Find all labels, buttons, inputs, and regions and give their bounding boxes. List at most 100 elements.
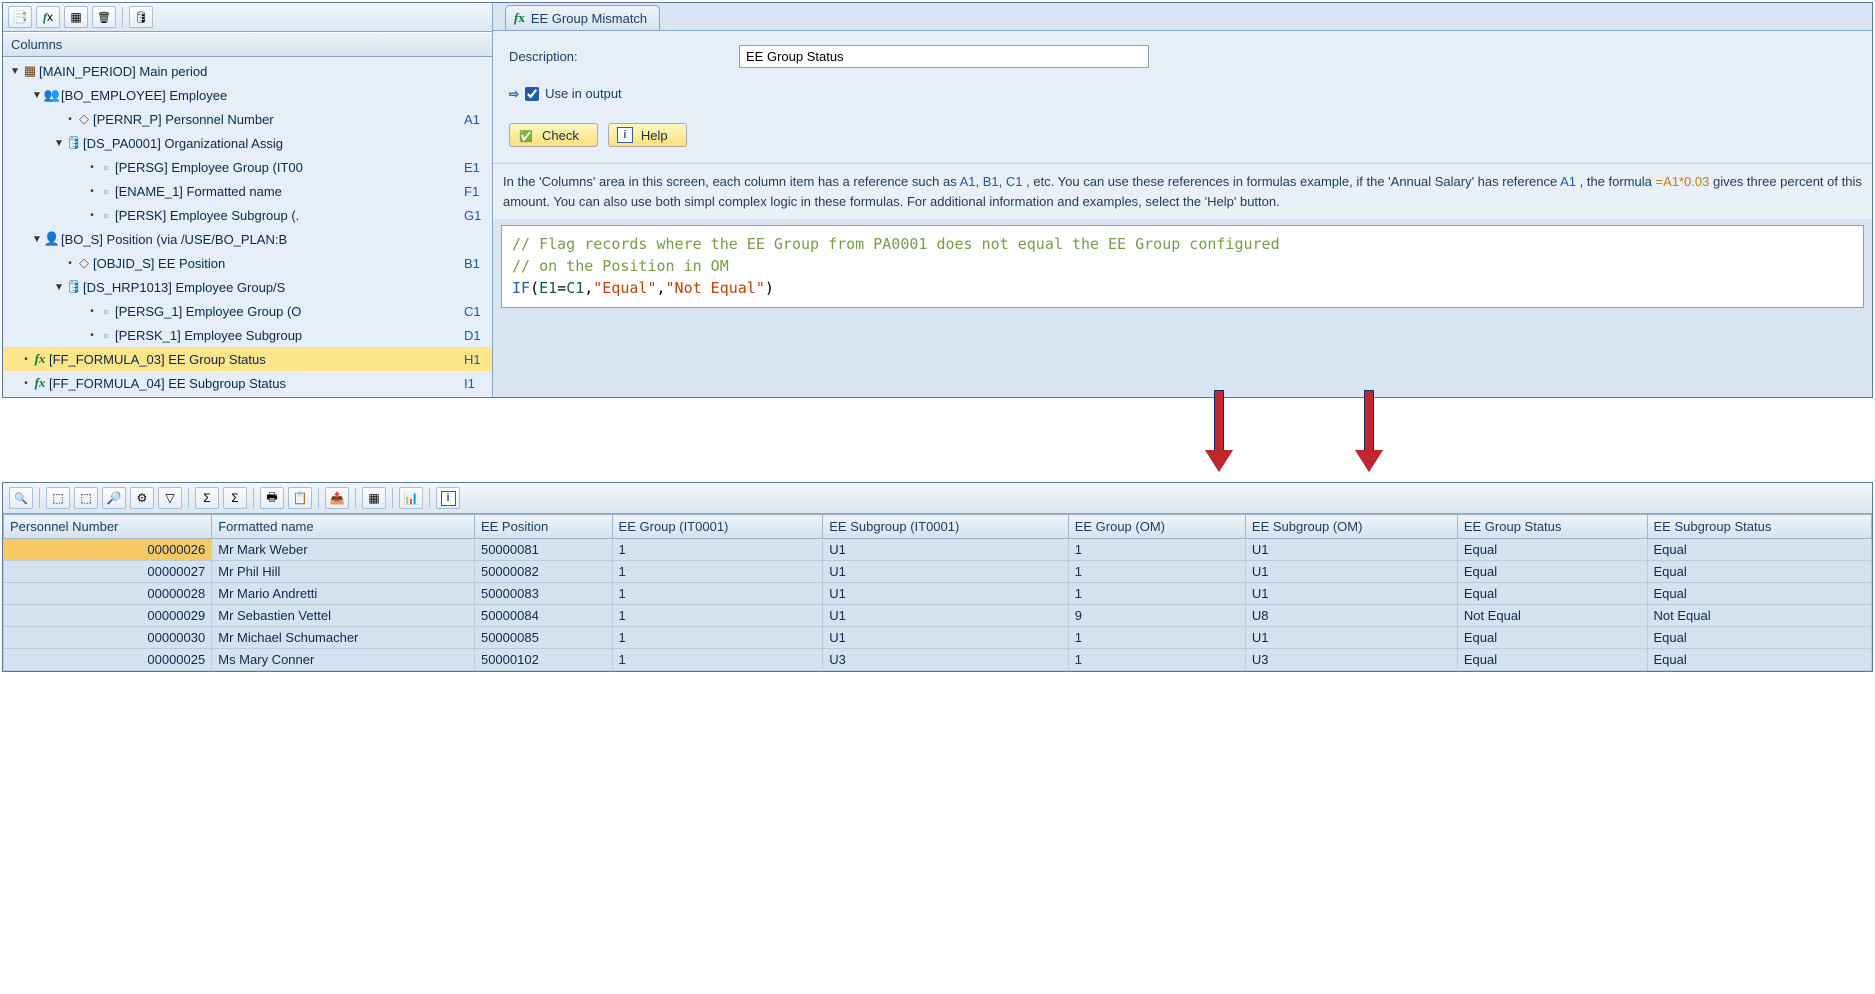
table-row[interactable]: 00000030Mr Michael Schumacher500000851U1… xyxy=(4,627,1872,649)
table-cell: U8 xyxy=(1245,605,1457,627)
table-row[interactable]: 00000028Mr Mario Andretti500000831U11U1E… xyxy=(4,583,1872,605)
sort-asc-icon[interactable]: ⬚ xyxy=(46,487,70,509)
tree-item[interactable]: •▫[PERSK] Employee Subgroup (.G1 xyxy=(3,203,492,227)
print-icon[interactable]: 🖶 xyxy=(260,487,284,509)
tree-node-ref: H1 xyxy=(460,352,488,367)
subtotal-icon[interactable]: Σ xyxy=(223,487,247,509)
table-row[interactable]: 00000026Mr Mark Weber500000811U11U1Equal… xyxy=(4,539,1872,561)
table-cell: 00000029 xyxy=(4,605,212,627)
table-cell: 50000102 xyxy=(474,649,612,671)
tree-item[interactable]: •▫[PERSG] Employee Group (IT00E1 xyxy=(3,155,492,179)
tree-item[interactable]: ▼👤[BO_S] Position (via /USE/BO_PLAN:B xyxy=(3,227,492,251)
arrow-icon xyxy=(1205,390,1233,480)
columns-tree[interactable]: ▼▦[MAIN_PERIOD] Main period▼👥[BO_EMPLOYE… xyxy=(3,57,492,397)
view-icon[interactable]: 📋 xyxy=(288,487,312,509)
tree-node-label: [BO_S] Position (via /USE/BO_PLAN:B xyxy=(61,232,460,247)
column-header[interactable]: Formatted name xyxy=(212,515,475,539)
check-icon xyxy=(518,127,534,143)
column-header[interactable]: Personnel Number xyxy=(4,515,212,539)
table-cell: U1 xyxy=(1245,561,1457,583)
column-header[interactable]: EE Group (OM) xyxy=(1068,515,1245,539)
grid-info-icon[interactable]: i xyxy=(436,487,460,509)
tree-item[interactable]: ▼▦[MAIN_PERIOD] Main period xyxy=(3,59,492,83)
details-icon[interactable] xyxy=(9,487,33,509)
database-icon[interactable] xyxy=(129,6,153,28)
sum-icon[interactable]: Σ xyxy=(195,487,219,509)
collapse-icon[interactable]: 📑 xyxy=(8,6,32,28)
output-icon: ⇨ xyxy=(509,87,519,101)
tree-item[interactable]: •◇[OBJID_S] EE PositionB1 xyxy=(3,251,492,275)
tree-item[interactable]: ▼👥[BO_EMPLOYEE] Employee xyxy=(3,83,492,107)
table-cell: Equal xyxy=(1457,539,1647,561)
use-in-output-label: Use in output xyxy=(545,86,622,101)
tree-node-icon: ▫ xyxy=(97,328,115,343)
result-grid[interactable]: Personnel NumberFormatted nameEE Positio… xyxy=(3,514,1872,671)
tree-item[interactable]: •▫[PERSG_1] Employee Group (OC1 xyxy=(3,299,492,323)
table-row[interactable]: 00000029Mr Sebastien Vettel500000841U19U… xyxy=(4,605,1872,627)
table-cell: 1 xyxy=(612,605,823,627)
tree-item[interactable]: ▼🛢[DS_HRP1013] Employee Group/S xyxy=(3,275,492,299)
table-row[interactable]: 00000027Mr Phil Hill500000821U11U1EqualE… xyxy=(4,561,1872,583)
tree-node-icon: 👥 xyxy=(43,87,61,103)
table-cell: Equal xyxy=(1457,561,1647,583)
table-row[interactable]: 00000025Ms Mary Conner500001021U31U3Equa… xyxy=(4,649,1872,671)
tree-node-label: [BO_EMPLOYEE] Employee xyxy=(61,88,460,103)
table-cell: U1 xyxy=(823,605,1068,627)
tree-item[interactable]: ▼🛢[DS_PA0001] Organizational Assig xyxy=(3,131,492,155)
filter-icon[interactable]: ⚙ xyxy=(130,487,154,509)
tree-node-icon: fx xyxy=(31,375,49,391)
filter2-icon[interactable]: ▽ xyxy=(158,487,182,509)
tree-item[interactable]: •▫[PERSK_1] Employee SubgroupD1 xyxy=(3,323,492,347)
column-header[interactable]: EE Group (IT0001) xyxy=(612,515,823,539)
column-header[interactable]: EE Position xyxy=(474,515,612,539)
table-cell: 1 xyxy=(612,539,823,561)
columns-panel: 📑 fx ▦ Columns ▼▦[MAIN_PERIOD] Main peri… xyxy=(3,3,493,397)
check-button[interactable]: Check xyxy=(509,123,598,147)
table-cell: U1 xyxy=(823,583,1068,605)
tree-node-label: [OBJID_S] EE Position xyxy=(93,256,460,271)
column-header[interactable]: EE Subgroup (OM) xyxy=(1245,515,1457,539)
tree-node-label: [FF_FORMULA_03] EE Group Status xyxy=(49,352,460,367)
column-header[interactable]: EE Subgroup (IT0001) xyxy=(823,515,1068,539)
tree-item[interactable]: •▫[ENAME_1] Formatted nameF1 xyxy=(3,179,492,203)
tree-item[interactable]: •◇[PERNR_P] Personnel NumberA1 xyxy=(3,107,492,131)
table-cell: Mr Michael Schumacher xyxy=(212,627,475,649)
result-grid-panel: ⬚ ⬚ 🔎 ⚙ ▽ Σ Σ 🖶 📋 📤 ▦ 📊 i Personnel Numb… xyxy=(2,482,1873,672)
table-cell: U1 xyxy=(1245,627,1457,649)
table-cell: 9 xyxy=(1068,605,1245,627)
table-cell: Equal xyxy=(1647,539,1871,561)
column-header[interactable]: EE Subgroup Status xyxy=(1647,515,1871,539)
export-icon[interactable]: 📤 xyxy=(325,487,349,509)
table-cell: 1 xyxy=(1068,627,1245,649)
find-icon[interactable]: 🔎 xyxy=(102,487,126,509)
tree-item[interactable]: •fx[FF_FORMULA_03] EE Group StatusH1 xyxy=(3,347,492,371)
tree-node-ref: B1 xyxy=(460,256,488,271)
sort-desc-icon[interactable]: ⬚ xyxy=(74,487,98,509)
chart-icon[interactable]: 📊 xyxy=(399,487,423,509)
tree-node-ref: D1 xyxy=(460,328,488,343)
description-input[interactable] xyxy=(739,45,1149,68)
table-cell: Equal xyxy=(1647,583,1871,605)
table-cell: 00000028 xyxy=(4,583,212,605)
tree-node-ref: E1 xyxy=(460,160,488,175)
table-cell: 00000025 xyxy=(4,649,212,671)
tab-ee-group-mismatch[interactable]: fx EE Group Mismatch xyxy=(505,5,660,30)
layout-icon[interactable]: ▦ xyxy=(64,6,88,28)
table-cell: 50000084 xyxy=(474,605,612,627)
tree-node-label: [PERSG_1] Employee Group (O xyxy=(115,304,460,319)
help-button[interactable]: i Help xyxy=(608,123,687,147)
formula-code-editor[interactable]: // Flag records where the EE Group from … xyxy=(501,225,1864,308)
fx-icon: fx xyxy=(514,10,525,26)
tree-node-ref: C1 xyxy=(460,304,488,319)
tree-node-label: [DS_HRP1013] Employee Group/S xyxy=(83,280,460,295)
table-cell: Ms Mary Conner xyxy=(212,649,475,671)
delete-icon[interactable] xyxy=(92,6,116,28)
column-header[interactable]: EE Group Status xyxy=(1457,515,1647,539)
layout-change-icon[interactable]: ▦ xyxy=(362,487,386,509)
use-in-output-checkbox[interactable] xyxy=(525,87,539,101)
formula-copy-icon[interactable]: fx xyxy=(36,6,60,28)
tree-node-icon: fx xyxy=(31,351,49,367)
table-cell: 1 xyxy=(1068,649,1245,671)
tree-item[interactable]: •fx[FF_FORMULA_04] EE Subgroup StatusI1 xyxy=(3,371,492,395)
tree-node-icon: ▫ xyxy=(97,304,115,319)
